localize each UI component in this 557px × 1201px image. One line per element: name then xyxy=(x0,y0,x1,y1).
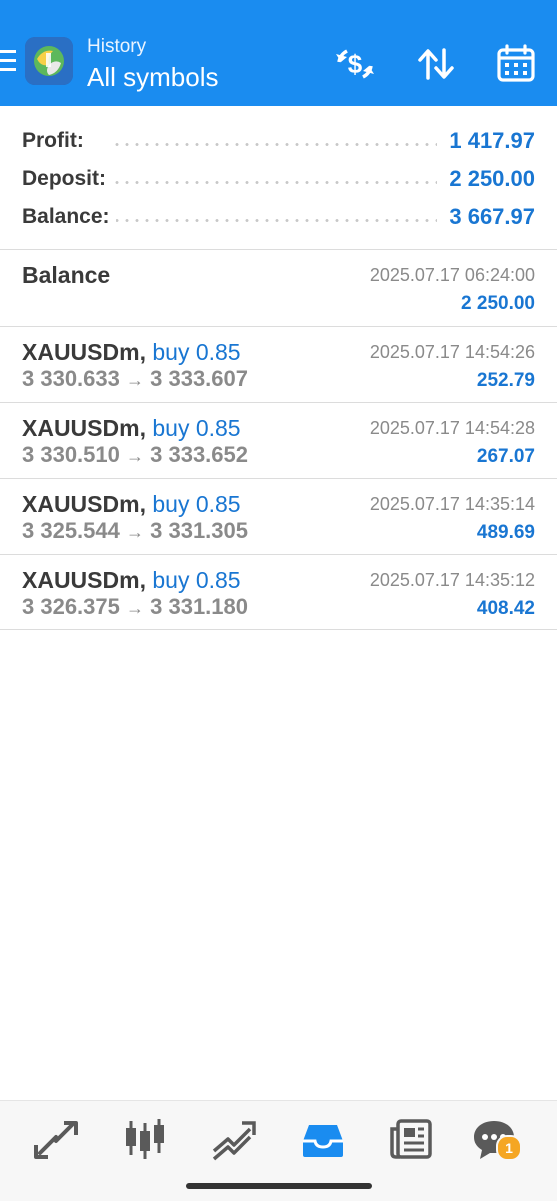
summary-panel: Profit: 1 417.97 Deposit: 2 250.00 Balan… xyxy=(0,106,557,249)
deal-date: 2025.07.17 14:35:14 xyxy=(369,494,535,514)
dotted-leader xyxy=(112,143,437,146)
arrow-icon: → xyxy=(126,598,144,618)
balance-entry-amount: 2 250.00 xyxy=(461,293,535,314)
svg-text:$: $ xyxy=(348,49,363,79)
open-price: 3 326.375 xyxy=(22,594,120,619)
summary-row-profit: Profit: 1 417.97 xyxy=(0,125,557,161)
close-price: 3 333.652 xyxy=(150,442,248,467)
deal-profit: 489.69 xyxy=(476,522,535,543)
deal-prices: 3 330.510 → 3 333.652 xyxy=(22,442,248,468)
open-price: 3 325.544 xyxy=(22,518,120,543)
arrow-icon: → xyxy=(126,370,144,390)
summary-label: Deposit: xyxy=(22,167,112,191)
home-indicator[interactable] xyxy=(186,1183,372,1189)
deal-type: buy 0.85 xyxy=(152,567,241,593)
open-price: 3 330.510 xyxy=(22,442,120,467)
arrow-icon: → xyxy=(126,446,144,466)
summary-label: Profit: xyxy=(22,129,90,153)
deal-symbol: XAUUSDm, xyxy=(22,491,146,517)
dotted-leader xyxy=(112,181,437,184)
deal-prices: 3 330.633 → 3 333.607 xyxy=(22,366,248,392)
summary-value: 3 667.97 xyxy=(449,204,535,229)
deal-prices: 3 325.544 → 3 331.305 xyxy=(22,518,248,544)
deal-profit: 267.07 xyxy=(476,446,535,467)
deal-profit: 252.79 xyxy=(476,370,535,391)
deal-type: buy 0.85 xyxy=(152,415,241,441)
quotes-icon[interactable] xyxy=(32,1115,80,1163)
deal-title: XAUUSDm, buy 0.85 xyxy=(22,339,241,366)
deal-row[interactable]: XAUUSDm, buy 0.85 3 326.375 → 3 331.180 … xyxy=(0,555,557,630)
open-price: 3 330.633 xyxy=(22,366,120,391)
summary-row-deposit: Deposit: 2 250.00 xyxy=(0,163,557,199)
news-icon[interactable] xyxy=(388,1115,436,1163)
deal-title: XAUUSDm, buy 0.85 xyxy=(22,415,241,442)
deal-row[interactable]: XAUUSDm, buy 0.85 3 325.544 → 3 331.305 … xyxy=(0,479,557,554)
summary-value: 2 250.00 xyxy=(449,166,535,191)
deal-type: buy 0.85 xyxy=(152,339,241,365)
deal-title: XAUUSDm, buy 0.85 xyxy=(22,491,241,518)
close-price: 3 333.607 xyxy=(150,366,248,391)
header-title[interactable]: All symbols xyxy=(87,62,218,93)
deal-prices: 3 326.375 → 3 331.180 xyxy=(22,594,248,620)
balance-entry[interactable]: Balance 2025.07.17 06:24:00 2 250.00 xyxy=(0,250,557,325)
chart-icon[interactable] xyxy=(121,1115,169,1163)
dotted-leader xyxy=(112,219,437,222)
close-price: 3 331.305 xyxy=(150,518,248,543)
balance-entry-title: Balance xyxy=(22,262,111,288)
metatrader-logo xyxy=(25,37,73,85)
close-price: 3 331.180 xyxy=(150,594,248,619)
deal-symbol: XAUUSDm, xyxy=(22,339,146,365)
deal-profit: 408.42 xyxy=(476,598,535,619)
app-header: History All symbols $ xyxy=(0,0,557,106)
summary-row-balance: Balance: 3 667.97 xyxy=(0,201,557,237)
unread-badge: 1 xyxy=(496,1135,522,1161)
deal-title: XAUUSDm, buy 0.85 xyxy=(22,567,241,594)
deal-date: 2025.07.17 14:35:12 xyxy=(369,570,535,590)
sort-icon[interactable] xyxy=(414,42,458,86)
deal-row[interactable]: XAUUSDm, buy 0.85 3 330.510 → 3 333.652 … xyxy=(0,403,557,478)
currency-exchange-icon[interactable]: $ xyxy=(333,42,377,86)
header-subtitle: History xyxy=(87,36,147,57)
messages-icon[interactable]: 1 xyxy=(470,1115,522,1163)
summary-label: Balance: xyxy=(22,205,116,229)
summary-value: 1 417.97 xyxy=(449,128,535,153)
divider xyxy=(0,629,557,630)
deal-date: 2025.07.17 14:54:26 xyxy=(369,342,535,362)
deal-row[interactable]: XAUUSDm, buy 0.85 3 330.633 → 3 333.607 … xyxy=(0,327,557,402)
history-icon[interactable] xyxy=(299,1115,347,1163)
balance-entry-date: 2025.07.17 06:24:00 xyxy=(369,265,535,285)
menu-icon[interactable] xyxy=(0,50,16,74)
deal-date: 2025.07.17 14:54:28 xyxy=(369,418,535,438)
deal-symbol: XAUUSDm, xyxy=(22,415,146,441)
calendar-icon[interactable] xyxy=(494,42,538,86)
deal-symbol: XAUUSDm, xyxy=(22,567,146,593)
deal-type: buy 0.85 xyxy=(152,491,241,517)
arrow-icon: → xyxy=(126,522,144,542)
trade-icon[interactable] xyxy=(210,1115,258,1163)
